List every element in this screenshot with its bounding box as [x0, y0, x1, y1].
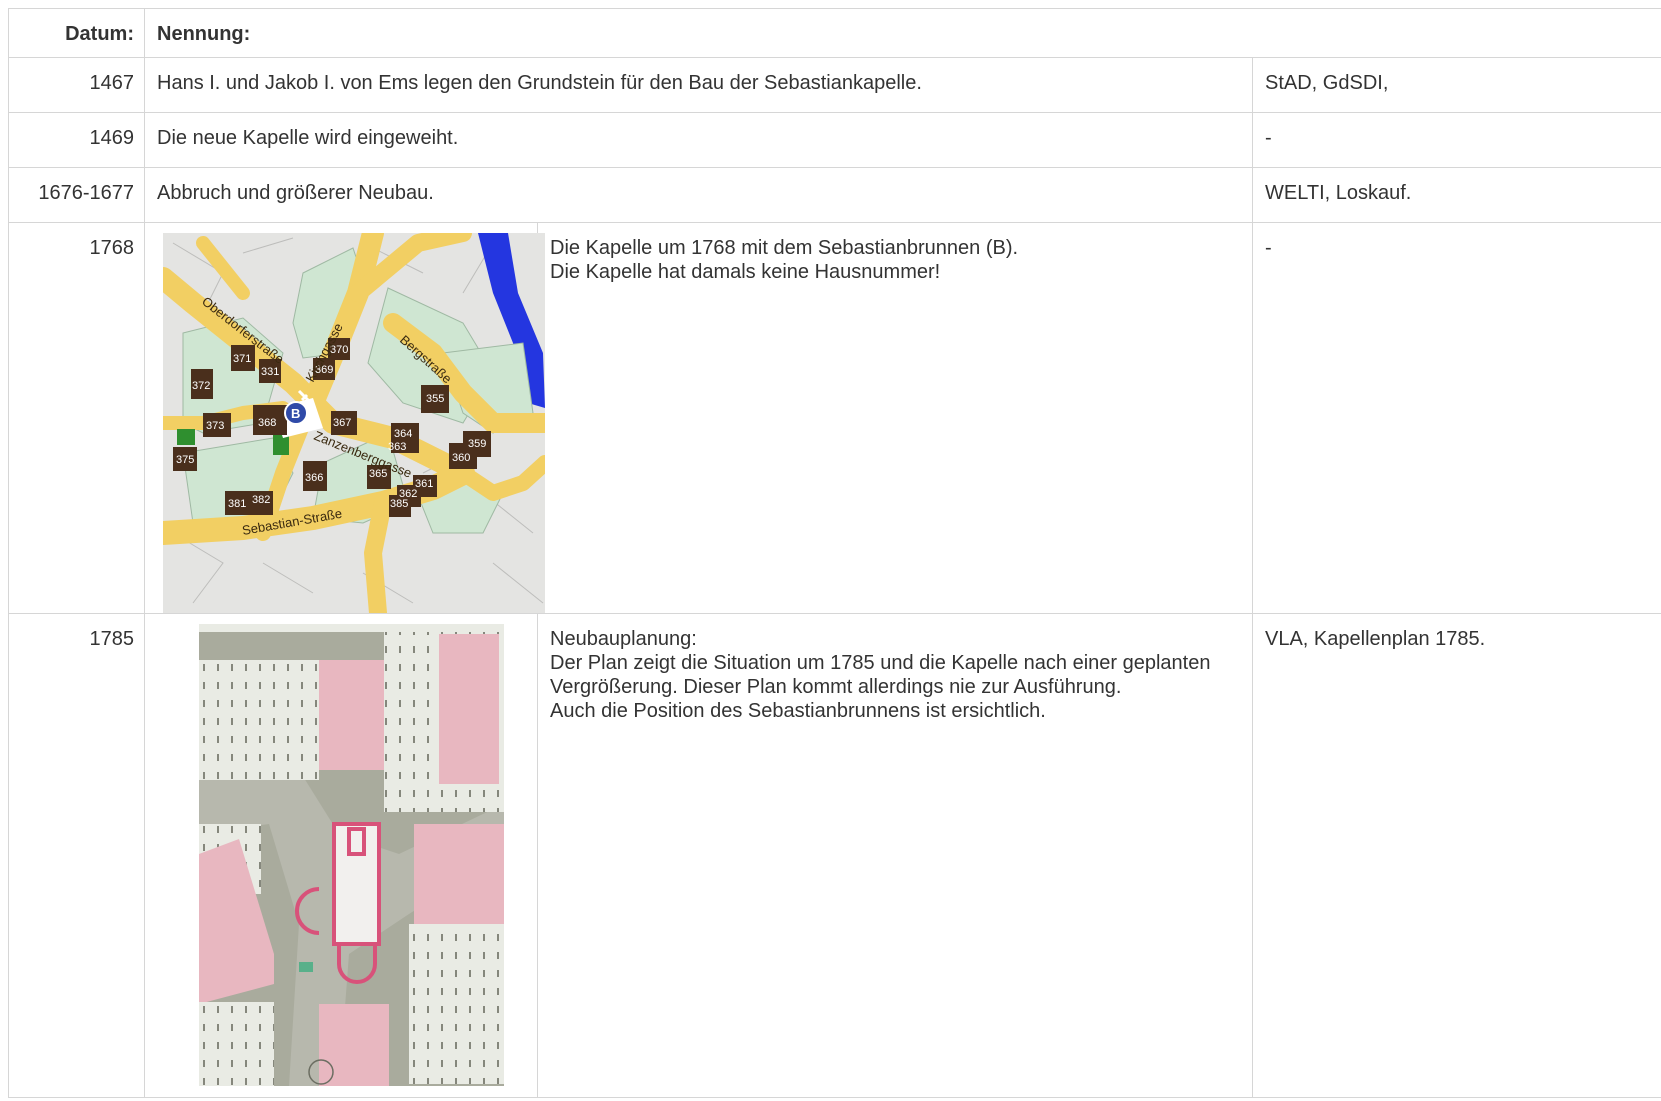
row-source: - — [1251, 222, 1661, 614]
plan-top-strip — [199, 624, 504, 632]
house-number: 371 — [233, 353, 251, 365]
house-number: 360 — [452, 452, 470, 464]
plan-pink-parcel — [319, 660, 384, 770]
row-text-line: Die Kapelle um 1768 mit dem Sebastianbru… — [550, 237, 1019, 259]
plan-drawing — [199, 624, 504, 1086]
house-number: 355 — [426, 393, 444, 405]
row-text: Die neue Kapelle wird eingeweiht. — [144, 112, 1253, 168]
house-number: 366 — [305, 472, 323, 484]
row-date: 1469 — [8, 112, 145, 168]
house-number: 381 — [228, 498, 246, 510]
plan-orchard — [409, 924, 504, 1084]
row-date: 1768 — [8, 222, 145, 614]
row-text: Neubauplanung: Der Plan zeigt die Situat… — [537, 613, 1253, 1098]
table-row: 1469 Die neue Kapelle wird eingeweiht. - — [8, 112, 1661, 168]
table-row: 1768 371 331 370 369 372 373 368 367 355… — [8, 222, 1661, 614]
chronicle-table: Datum: Nennung: 1467 Hans I. und Jakob I… — [8, 8, 1661, 1098]
plan-cell — [144, 613, 538, 1098]
house-number: 367 — [333, 417, 351, 429]
house-number: 382 — [252, 494, 270, 506]
plan-pink-parcel — [439, 634, 499, 784]
row-text-line: Der Plan zeigt die Situation um 1785 und… — [550, 652, 1211, 698]
plan-orchard — [199, 1002, 274, 1086]
house-number: 368 — [258, 417, 276, 429]
row-text: Hans I. und Jakob I. von Ems legen den G… — [144, 57, 1253, 113]
header-mention: Nennung: — [143, 8, 1661, 58]
row-date: 1785 — [8, 613, 145, 1098]
table-row: 1467 Hans I. und Jakob I. von Ems legen … — [8, 57, 1661, 113]
house-number: 361 — [415, 478, 433, 490]
row-date: 1467 — [8, 57, 145, 113]
historic-map-1768: 371 331 370 369 372 373 368 367 355 364 … — [163, 233, 545, 613]
house-number: 363 — [388, 441, 406, 453]
house-number: 359 — [468, 438, 486, 450]
house-number: 372 — [192, 380, 210, 392]
row-text: Die Kapelle um 1768 mit dem Sebastianbru… — [537, 222, 1253, 614]
fountain-marker — [299, 962, 313, 972]
row-text-line: Die Kapelle hat damals keine Hausnummer! — [550, 261, 941, 283]
row-text-line: Auch die Position des Sebastianbrunnens … — [550, 700, 1046, 722]
house-number: 331 — [261, 366, 279, 378]
fountain-label: B — [291, 406, 300, 421]
house-number: 364 — [394, 428, 412, 440]
row-text-line: Neubauplanung: — [550, 628, 697, 650]
table-header-row: Datum: Nennung: — [8, 8, 1661, 58]
row-text: Abbruch und größerer Neubau. — [144, 167, 1253, 223]
row-source: StAD, GdSDI, — [1251, 57, 1661, 113]
map-cell: 371 331 370 369 372 373 368 367 355 364 … — [144, 222, 545, 614]
chapel-plan-1785 — [199, 624, 504, 1086]
table-row: 1676-1677 Abbruch und größerer Neubau. W… — [8, 167, 1661, 223]
row-source: - — [1251, 112, 1661, 168]
house-number: 385 — [390, 498, 408, 510]
row-source: WELTI, Loskauf. — [1251, 167, 1661, 223]
row-source: VLA, Kapellenplan 1785. — [1251, 613, 1661, 1098]
house-number: 373 — [206, 420, 224, 432]
plan-orchard — [199, 660, 319, 780]
house-number: 375 — [176, 454, 194, 466]
row-date: 1676-1677 — [8, 167, 145, 223]
table-row: 1785 Neubauplanung: Der Plan zeigt die S… — [8, 613, 1661, 1098]
plan-pink-parcel — [319, 1004, 389, 1086]
street-map: 371 331 370 369 372 373 368 367 355 364 … — [163, 233, 545, 613]
header-date: Datum: — [8, 8, 145, 58]
